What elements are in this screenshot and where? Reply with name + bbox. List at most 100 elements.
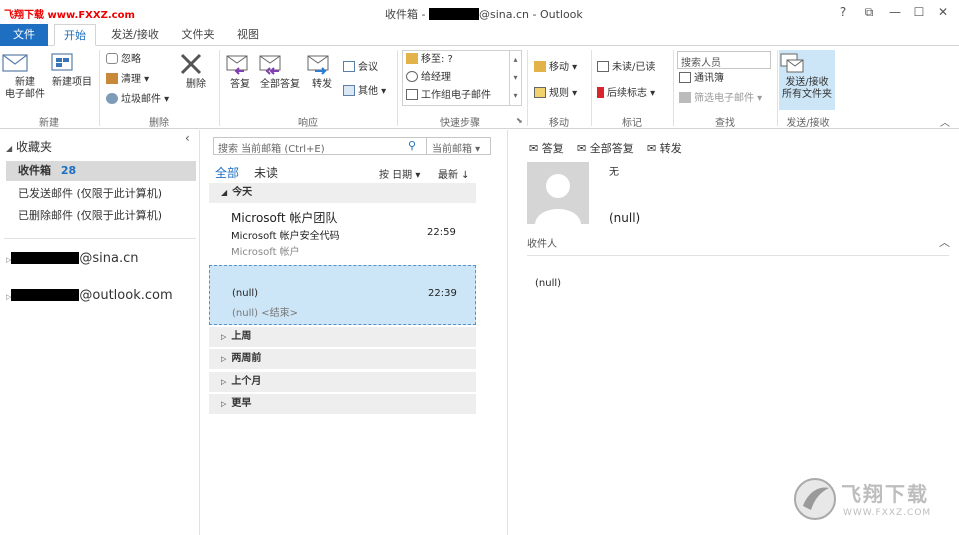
ribbon-display-options-button[interactable]: ⧉ (860, 4, 878, 20)
followup-button[interactable]: 后续标志 ▾ (597, 86, 655, 102)
collapse-header-icon[interactable]: ︿ (939, 234, 950, 250)
close-button[interactable]: ✕ (934, 4, 952, 20)
filter-email-button[interactable]: 筛选电子邮件 ▾ (679, 91, 762, 107)
reply-all-button[interactable]: 全部答复 (257, 52, 303, 91)
forward-icon (305, 52, 339, 76)
move-button[interactable]: 移动 ▾ (534, 60, 577, 76)
meeting-button[interactable]: 会议 (343, 60, 378, 76)
delete-icon (178, 52, 214, 76)
list-item-selected[interactable]: (null) 22:39 (null) <结束> (209, 265, 476, 325)
rules-button[interactable]: 规则 ▾ (534, 86, 577, 102)
group-label-respond: 响应 (298, 118, 318, 129)
forward-button[interactable]: 转发 (305, 52, 339, 91)
redacted-account (11, 252, 80, 264)
expand-icon: ▷ (221, 400, 227, 408)
rules-icon (534, 87, 546, 98)
minimize-button[interactable]: — (886, 4, 904, 20)
new-email-button[interactable]: 新建 电子邮件 (2, 52, 48, 101)
sort-by-dropdown[interactable]: 按 日期 ▾ (379, 166, 420, 181)
reply-button[interactable]: 答复 (224, 52, 256, 91)
reply-all-icon: ✉ (577, 142, 587, 155)
reply-icon (224, 52, 256, 76)
message-time: 22:39 (428, 288, 457, 299)
search-icon[interactable]: ⚲ (408, 139, 416, 152)
filter-all[interactable]: 全部 (215, 164, 239, 181)
tab-home[interactable]: 开始 (54, 24, 96, 46)
watermark-logo-text: 飞翔下载 (841, 482, 929, 506)
folder-sent[interactable]: 已发送邮件 (仅限于此计算机) (6, 184, 196, 204)
group-label-tags: 标记 (622, 118, 642, 129)
send-receive-icon (779, 52, 835, 74)
rp-forward-button[interactable]: ✉ 转发 (647, 140, 682, 156)
new-items-button[interactable]: 新建项目 (50, 52, 94, 89)
unread-read-button[interactable]: 未读/已读 (597, 60, 655, 76)
clean-up-button[interactable]: 清理 ▾ (106, 72, 149, 88)
quick-step-to-manager[interactable]: 给经理 (406, 70, 451, 86)
maximize-button[interactable]: ☐ (910, 4, 928, 20)
person-icon (535, 174, 581, 224)
group-header-older[interactable]: ▷ 更早 (209, 394, 476, 414)
ignore-icon (106, 53, 118, 64)
address-book-button[interactable]: 通讯簿 (679, 71, 724, 87)
group-label-move: 移动 (549, 118, 569, 129)
group-header-last-week[interactable]: ▷ 上周 (209, 327, 476, 347)
filter-unread[interactable]: 未读 (254, 164, 278, 181)
delete-button[interactable]: 删除 (178, 52, 214, 91)
message-subject: Microsoft 帐户安全代码 (231, 231, 340, 242)
logo-emblem-icon (794, 478, 836, 520)
watermark-text: 飞翔下载 www.FXXZ.com (4, 10, 135, 21)
quick-steps-scroll[interactable]: ▴ ▾ ▾ (509, 51, 521, 105)
send-receive-all-button[interactable]: 发送/接收 所有文件夹 (779, 50, 835, 110)
tab-folder[interactable]: 文件夹 (174, 24, 222, 46)
send-receive-label-2: 所有文件夹 (782, 89, 832, 100)
quick-step-team-email[interactable]: 工作组电子邮件 (406, 88, 491, 104)
list-item[interactable]: Microsoft 帐户团队 Microsoft 帐户安全代码 22:59 Mi… (209, 206, 476, 264)
new-email-label-1: 新建 (15, 77, 35, 88)
reply-label: 答复 (230, 79, 250, 90)
new-items-label: 新建项目 (52, 77, 92, 88)
ribbon: 新建 电子邮件 新建项目 新建 忽略 清理 ▾ 垃圾邮件 ▾ 删除 删除 答复 … (0, 46, 959, 129)
watermark-logo-url: WWW.FXXZ.COM (843, 508, 932, 518)
collapse-icon: ◢ (221, 188, 228, 197)
move-icon (534, 61, 546, 72)
tab-send-receive[interactable]: 发送/接收 (104, 24, 166, 46)
message-sender: Microsoft 帐户团队 (231, 211, 338, 225)
search-box[interactable]: 搜索 当前邮箱 (Ctrl+E) ⚲ 当前邮箱 ▾ (213, 137, 491, 155)
folder-deleted[interactable]: 已删除邮件 (仅限于此计算机) (6, 206, 196, 226)
sort-order-toggle[interactable]: 最新 ↓ (438, 166, 470, 181)
more-respond-button[interactable]: 其他 ▾ (343, 84, 386, 100)
group-header-last-month[interactable]: ▷ 上个月 (209, 372, 476, 392)
group-label-new: 新建 (39, 118, 59, 129)
account-sina[interactable]: ▷ @sina.cn (6, 249, 196, 269)
dialog-launcher-icon[interactable]: ⬊ (516, 116, 523, 125)
group-label-send-receive: 发送/接收 (786, 118, 830, 129)
reading-pane: ✉ 答复 ✉ 全部答复 ✉ 转发 无 (null) 收件人 ︿ (null) 飞… (509, 130, 959, 535)
tab-file[interactable]: 文件 (0, 24, 48, 46)
new-email-label-2: 电子邮件 (5, 89, 45, 100)
ignore-button[interactable]: 忽略 (106, 52, 141, 68)
expand-icon: ▷ (221, 355, 227, 363)
help-button[interactable]: ? (834, 4, 852, 20)
unread-count-badge: 28 (60, 164, 77, 177)
quick-step-move-to[interactable]: 移至: ? (406, 52, 453, 68)
favorites-header[interactable]: ◢ 收藏夹 (6, 137, 196, 157)
expand-icon: ▷ (221, 378, 227, 386)
search-people-input[interactable]: 搜索人员 (677, 51, 771, 69)
junk-button[interactable]: 垃圾邮件 ▾ (106, 92, 169, 108)
rp-reply-all-button[interactable]: ✉ 全部答复 (577, 140, 634, 156)
collapse-ribbon-icon[interactable]: ︿ (940, 114, 950, 129)
rp-reply-button[interactable]: ✉ 答复 (529, 140, 564, 156)
search-input[interactable]: 搜索 当前邮箱 (Ctrl+E) (218, 140, 325, 155)
folder-inbox[interactable]: 收件箱 28 (6, 161, 196, 181)
search-scope-dropdown[interactable]: 当前邮箱 ▾ (432, 140, 480, 155)
group-header-today[interactable]: ◢ 今天 (209, 183, 476, 203)
message-subject-heading: (null) (609, 211, 641, 225)
divider (527, 255, 949, 256)
tab-view[interactable]: 视图 (228, 24, 268, 46)
filter-icon (679, 92, 691, 103)
group-header-two-weeks[interactable]: ▷ 两周前 (209, 349, 476, 369)
sender-name: 无 (609, 167, 619, 178)
message-body: (null) (535, 278, 562, 289)
account-outlook[interactable]: ▷ @outlook.com (6, 286, 196, 306)
flag-icon (597, 87, 604, 98)
